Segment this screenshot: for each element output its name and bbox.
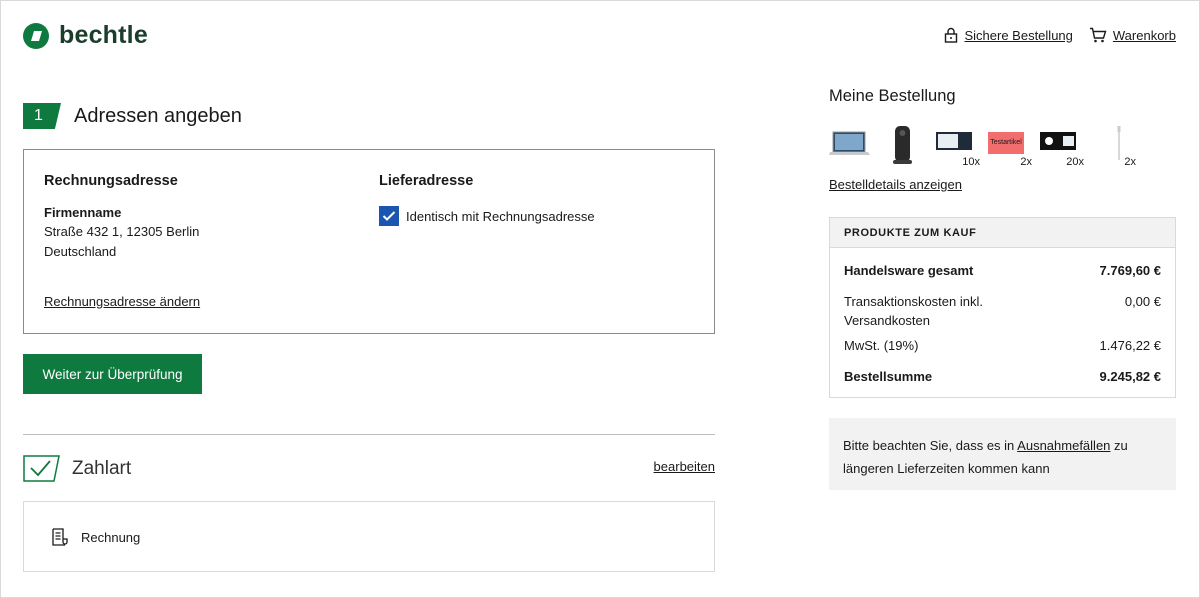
secure-order-label: Sichere Bestellung xyxy=(964,27,1073,43)
header-links: Sichere Bestellung Warenkorb xyxy=(944,27,1176,43)
order-details-link[interactable]: Bestelldetails anzeigen xyxy=(829,177,962,192)
item-quantity: 10x xyxy=(960,156,982,168)
product-thumb-toner[interactable]: 10x xyxy=(933,124,985,168)
item-quantity: 20x xyxy=(1064,156,1086,168)
step-2-title: Zahlart xyxy=(72,457,132,479)
product-thumb-speaker[interactable] xyxy=(881,124,933,168)
test-item-icon: Testartikel xyxy=(988,132,1024,154)
toner-box-dark-icon xyxy=(1040,132,1076,150)
delivery-heading: Lieferadresse xyxy=(379,173,474,189)
billing-street: Straße 432 1, 12305 Berlin xyxy=(44,224,200,239)
order-summary: PRODUKTE ZUM KAUF Handelsware gesamt 7.7… xyxy=(829,217,1176,398)
step-2-header: Zahlart xyxy=(23,455,131,482)
total-row: Bestellsumme 9.245,82 € xyxy=(844,367,1161,386)
merchandise-value: 7.769,60 € xyxy=(1099,263,1161,278)
same-as-billing-label: Identisch mit Rechnungsadresse xyxy=(406,208,595,224)
transaction-label-line-1: Transaktionskosten inkl. xyxy=(844,294,983,309)
payment-method-panel: Rechnung xyxy=(23,501,715,572)
transaction-row: Transaktionskosten inkl. Versandkosten 0… xyxy=(844,292,1161,330)
exceptions-link[interactable]: Ausnahmefällen xyxy=(1017,438,1110,453)
lock-icon xyxy=(945,27,958,43)
billing-country: Deutschland xyxy=(44,244,117,259)
vat-row: MwSt. (19%) 1.476,22 € xyxy=(844,336,1161,355)
bechtle-logo-icon xyxy=(23,22,49,49)
merchandise-label: Handelsware gesamt xyxy=(844,263,974,278)
continue-to-review-button[interactable]: Weiter zur Überprüfung xyxy=(23,354,202,394)
same-as-billing-checkbox[interactable] xyxy=(379,206,399,226)
transaction-label: Transaktionskosten inkl. Versandkosten xyxy=(844,292,983,330)
transaction-label-line-2: Versandkosten xyxy=(844,313,931,328)
payment-method-label: Rechnung xyxy=(81,529,141,545)
checkmark-icon xyxy=(382,211,396,221)
summary-heading: PRODUKTE ZUM KAUF xyxy=(830,218,1175,248)
product-thumb-test-item[interactable]: Testartikel 2x xyxy=(985,124,1037,168)
cart-label: Warenkorb xyxy=(1112,27,1176,43)
bechtle-logo[interactable]: bechtle xyxy=(23,21,148,50)
total-label: Bestellsumme xyxy=(844,369,933,384)
item-quantity: 2x xyxy=(1018,156,1034,168)
billing-heading: Rechnungsadresse xyxy=(44,173,178,189)
step-number-badge: 1 xyxy=(23,103,61,129)
notice-text-line-2: längeren Lieferzeiten kommen kann xyxy=(843,461,1050,476)
step-1-title: Adressen angeben xyxy=(74,104,242,127)
order-title: Meine Bestellung xyxy=(829,87,956,105)
secure-order-link[interactable]: Sichere Bestellung xyxy=(944,27,1073,43)
step-complete-check-icon xyxy=(23,455,60,482)
step-1-header: 1 Adressen angeben xyxy=(23,103,242,129)
item-quantity: 2x xyxy=(1122,156,1138,168)
total-value: 9.245,82 € xyxy=(1099,369,1161,384)
edit-payment-link[interactable]: bearbeiten xyxy=(654,459,715,474)
same-as-billing-option[interactable]: Identisch mit Rechnungsadresse xyxy=(379,206,595,226)
order-thumbnails: 10x Testartikel 2x 20x 2x xyxy=(829,124,1141,168)
test-item-text: Testartikel xyxy=(990,139,1022,146)
delivery-notice: Bitte beachten Sie, dass es in Ausnahmef… xyxy=(829,418,1176,490)
laptop-icon xyxy=(829,131,870,155)
cart-icon xyxy=(1089,27,1107,43)
billing-company: Firmenname xyxy=(44,205,122,220)
invoice-icon xyxy=(52,528,68,546)
product-thumb-cable[interactable]: 2x xyxy=(1089,124,1141,168)
address-panel: Rechnungsadresse Firmenname Straße 432 1… xyxy=(23,149,715,334)
notice-text-after: zu xyxy=(1110,438,1128,453)
toner-box-icon xyxy=(936,132,972,150)
product-thumb-toner-dark[interactable]: 20x xyxy=(1037,124,1089,168)
merchandise-row: Handelsware gesamt 7.769,60 € xyxy=(844,261,1161,280)
payment-method-row: Rechnung xyxy=(50,528,140,546)
speaker-icon xyxy=(893,126,912,164)
product-thumb-laptop[interactable] xyxy=(829,124,881,168)
brand-name: bechtle xyxy=(59,21,148,49)
vat-label: MwSt. (19%) xyxy=(844,338,919,353)
vat-value: 1.476,22 € xyxy=(1099,338,1161,353)
section-divider xyxy=(23,434,715,435)
change-billing-address-link[interactable]: Rechnungsadresse ändern xyxy=(44,294,200,309)
notice-text-before: Bitte beachten Sie, dass es in xyxy=(843,438,1018,453)
cart-link[interactable]: Warenkorb xyxy=(1089,27,1176,43)
transaction-value: 0,00 € xyxy=(1124,294,1161,309)
